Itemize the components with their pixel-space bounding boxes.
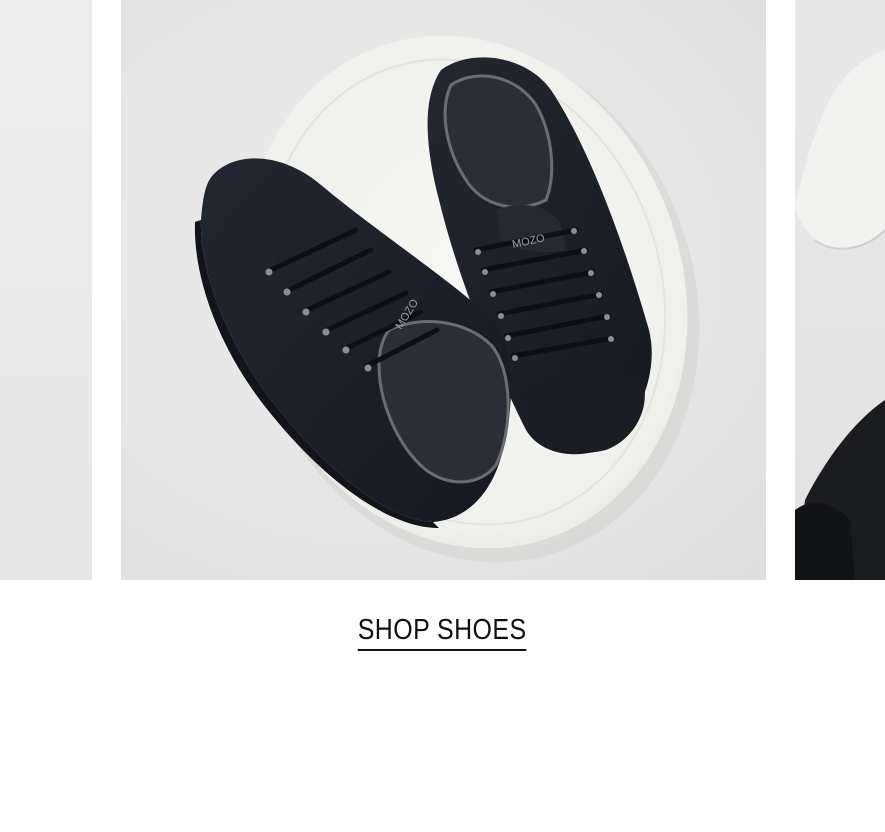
- clothing-illustration: [795, 50, 885, 580]
- next-slide-image[interactable]: [795, 0, 885, 580]
- shop-shoes-link[interactable]: SHOP SHOES: [358, 612, 527, 651]
- previous-slide-image[interactable]: [0, 0, 92, 580]
- sneakers-on-plate-illustration: MOZO MOZO: [194, 35, 700, 563]
- cta-container: SHOP SHOES: [0, 612, 885, 651]
- image-carousel: MOZO MOZO: [0, 0, 885, 580]
- main-slide-image[interactable]: MOZO MOZO: [121, 0, 766, 580]
